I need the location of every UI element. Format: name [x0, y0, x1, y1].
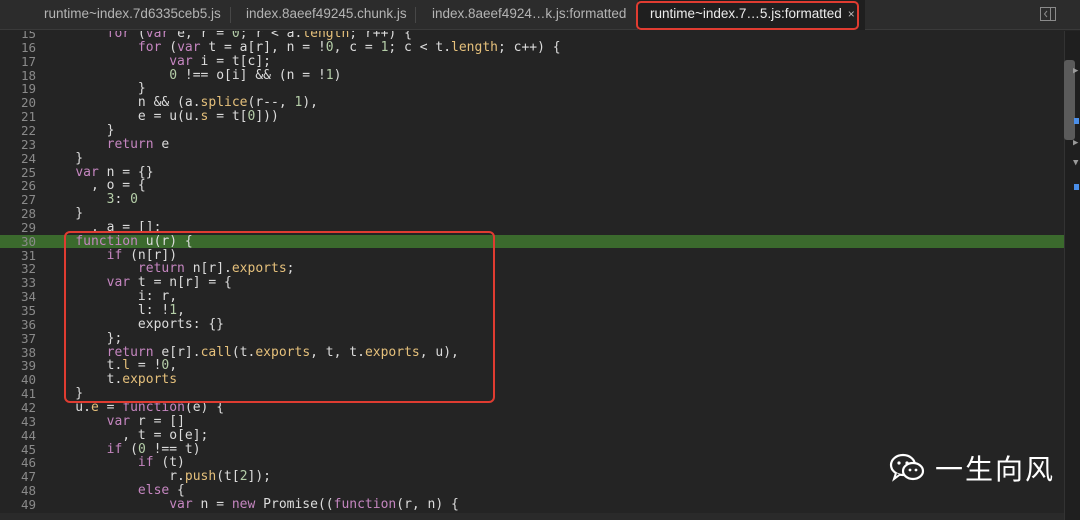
wechat-icon: [889, 453, 925, 482]
code-text[interactable]: var r = []: [44, 414, 185, 429]
collapse-arrow-icon[interactable]: ▼: [1073, 158, 1078, 168]
line-number[interactable]: 36: [0, 317, 36, 332]
code-line[interactable]: 23 return e: [0, 137, 1064, 152]
code-text[interactable]: else {: [44, 484, 185, 498]
marker-icon: [1074, 118, 1079, 124]
tab-runtime-index-js[interactable]: runtime~index.7d6335ceb5.js: [44, 0, 221, 30]
code-line[interactable]: 16 for (var t = a[r], n = !0, c = 1; c <…: [0, 40, 1064, 55]
line-number[interactable]: 22: [0, 123, 36, 138]
line-number[interactable]: 48: [0, 484, 36, 498]
code-line[interactable]: 24 }: [0, 151, 1064, 166]
line-number[interactable]: 42: [0, 400, 36, 415]
tab-bar: runtime~index.7d6335ceb5.js index.8aeef4…: [0, 0, 1080, 30]
code-text[interactable]: }: [44, 123, 115, 138]
watermark: 一生向风: [889, 448, 1055, 488]
code-text[interactable]: var n = new Promise((function(r, n) {: [44, 497, 459, 512]
line-number[interactable]: 23: [0, 137, 36, 152]
line-number[interactable]: 21: [0, 110, 36, 124]
code-line[interactable]: 18 0 !== o[i] && (n = !1): [0, 68, 1064, 83]
code-line[interactable]: 17 var i = t[c];: [0, 54, 1064, 69]
code-text[interactable]: }: [44, 207, 83, 221]
line-number[interactable]: 24: [0, 151, 36, 166]
code-line[interactable]: 26 , o = {: [0, 179, 1064, 193]
code-line[interactable]: 25 var n = {}: [0, 165, 1064, 180]
expand-arrow-icon[interactable]: ▶: [1073, 138, 1078, 148]
marker-icon: [1074, 184, 1079, 190]
function-annotation-box: [64, 231, 495, 403]
code-line[interactable]: 27 3: 0: [0, 193, 1064, 207]
line-number[interactable]: 37: [0, 331, 36, 346]
line-number[interactable]: 41: [0, 387, 36, 401]
tab-separator: [415, 7, 416, 23]
code-line[interactable]: 49 var n = new Promise((function(r, n) {: [0, 497, 1064, 512]
line-number[interactable]: 16: [0, 40, 36, 55]
code-text[interactable]: for (var t = a[r], n = !0, c = 1; c < t.…: [44, 40, 561, 55]
code-line[interactable]: 43 var r = []: [0, 414, 1064, 429]
line-number[interactable]: 49: [0, 497, 36, 512]
code-text[interactable]: e = u(u.s = t[0])): [44, 110, 279, 124]
code-text[interactable]: u.e = function(e) {: [44, 400, 224, 415]
line-number[interactable]: 35: [0, 304, 36, 318]
code-line[interactable]: 22 }: [0, 123, 1064, 138]
code-text[interactable]: return e: [44, 137, 170, 152]
line-number[interactable]: 30: [0, 234, 36, 249]
code-line[interactable]: 44 , t = o[e];: [0, 428, 1064, 443]
tab-separator: [230, 7, 231, 23]
tab-index-chunk-js[interactable]: index.8aeef49245.chunk.js: [246, 0, 407, 30]
horizontal-scrollbar[interactable]: [0, 513, 1064, 520]
code-text[interactable]: , t = o[e];: [44, 428, 208, 443]
line-number[interactable]: 44: [0, 428, 36, 443]
line-number[interactable]: 43: [0, 414, 36, 429]
code-line[interactable]: 42 u.e = function(e) {: [0, 400, 1064, 415]
code-text[interactable]: var i = t[c];: [44, 54, 271, 69]
line-number[interactable]: 29: [0, 220, 36, 235]
toggle-panel-icon[interactable]: [1040, 7, 1056, 21]
code-line[interactable]: 21 e = u(u.s = t[0])): [0, 110, 1064, 124]
line-number[interactable]: 17: [0, 54, 36, 69]
tab-index-formatted[interactable]: index.8aeef4924…k.js:formatted: [432, 0, 626, 30]
code-line[interactable]: 28 }: [0, 207, 1064, 221]
expand-arrow-icon[interactable]: ▶: [1073, 66, 1078, 76]
active-tab-annotation-box: [636, 1, 859, 30]
line-number[interactable]: 28: [0, 207, 36, 221]
watermark-text: 一生向风: [935, 453, 1056, 486]
